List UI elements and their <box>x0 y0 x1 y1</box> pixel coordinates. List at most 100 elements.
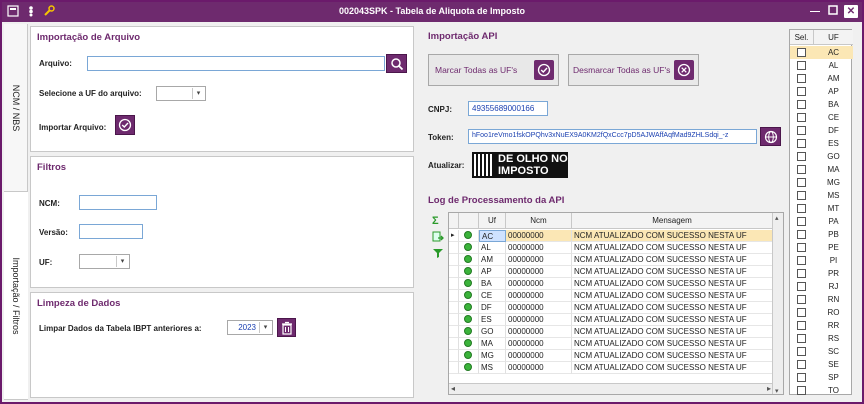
uf-list-item[interactable]: RO <box>790 306 853 319</box>
token-input[interactable]: hFoo1reVmo1fskOPQhv3xNuEX9A0KM2fQxCcc7pD… <box>468 129 757 144</box>
uf-checkbox[interactable] <box>797 347 806 356</box>
uf-checkbox[interactable] <box>797 165 806 174</box>
uf-checkbox[interactable] <box>797 295 806 304</box>
maximize-button[interactable] <box>826 5 840 18</box>
uf-list-item[interactable]: PB <box>790 228 853 241</box>
uf-checkbox[interactable] <box>797 61 806 70</box>
uf-checkbox[interactable] <box>797 217 806 226</box>
uf-checkbox[interactable] <box>797 386 806 395</box>
scroll-up-icon[interactable]: ▴ <box>775 214 779 222</box>
uf-checkbox[interactable] <box>797 334 806 343</box>
horizontal-scrollbar[interactable]: ◂ ▸ <box>449 383 773 394</box>
uf-list-item[interactable]: ES <box>790 137 853 150</box>
uf-checkbox[interactable] <box>797 48 806 57</box>
uf-checkbox[interactable] <box>797 204 806 213</box>
table-row[interactable]: MS 00000000 NCM ATUALIZADO COM SUCESSO NES… <box>449 362 783 374</box>
uf-list-item[interactable]: BA <box>790 98 853 111</box>
uf-file-select[interactable]: ▾ <box>156 86 206 101</box>
token-globe-button[interactable] <box>760 127 781 146</box>
uf-list-item[interactable]: MS <box>790 189 853 202</box>
uf-list-item[interactable]: PA <box>790 215 853 228</box>
log-grid[interactable]: Uf Ncm Mensagem ▸ AC 00000000 NCM ATUALIZAD… <box>448 212 784 395</box>
uf-checkbox[interactable] <box>797 74 806 83</box>
scroll-right-icon[interactable]: ▸ <box>767 384 771 393</box>
table-row[interactable]: BA 00000000 NCM ATUALIZADO COM SUCESSO NES… <box>449 278 783 290</box>
uf-list-item[interactable]: AP <box>790 85 853 98</box>
uf-list-item[interactable]: AM <box>790 72 853 85</box>
col-header-ncm[interactable]: Ncm <box>506 213 572 229</box>
uf-checkbox[interactable] <box>797 152 806 161</box>
filter-uf-select[interactable]: ▾ <box>79 254 130 269</box>
uf-checkbox[interactable] <box>797 191 806 200</box>
de-olho-no-imposto-logo[interactable]: DE OLHO NO IMPOSTO <box>472 152 568 178</box>
uf-list-item[interactable]: MA <box>790 163 853 176</box>
cnpj-input[interactable]: 49355689000166 <box>468 101 548 116</box>
browse-file-button[interactable] <box>386 54 407 73</box>
uf-checkbox[interactable] <box>797 321 806 330</box>
uf-checkbox[interactable] <box>797 100 806 109</box>
uf-list-item[interactable]: GO <box>790 150 853 163</box>
uf-list-item[interactable]: MG <box>790 176 853 189</box>
uf-list-item[interactable]: RR <box>790 319 853 332</box>
uf-list-item[interactable]: AL <box>790 59 853 72</box>
export-icon[interactable] <box>432 231 444 243</box>
uf-checkbox[interactable] <box>797 113 806 122</box>
table-row[interactable]: AL 00000000 NCM ATUALIZADO COM SUCESSO NES… <box>449 242 783 254</box>
uf-checkbox[interactable] <box>797 230 806 239</box>
col-header-mensagem[interactable]: Mensagem <box>572 213 773 229</box>
uf-checkbox[interactable] <box>797 269 806 278</box>
minimize-button[interactable]: — <box>808 5 822 18</box>
table-row[interactable]: DF 00000000 NCM ATUALIZADO COM SUCESSO NES… <box>449 302 783 314</box>
filter-icon[interactable] <box>432 247 444 259</box>
uf-list-item[interactable]: PE <box>790 241 853 254</box>
file-input[interactable] <box>87 56 385 71</box>
uf-list-item[interactable]: AC <box>790 46 853 59</box>
table-row[interactable]: MA 00000000 NCM ATUALIZADO COM SUCESSO NES… <box>449 338 783 350</box>
uf-checkbox[interactable] <box>797 282 806 291</box>
uf-checkbox[interactable] <box>797 139 806 148</box>
table-row[interactable]: AP 00000000 NCM ATUALIZADO COM SUCESSO NES… <box>449 266 783 278</box>
uf-selection-list[interactable]: Sel. UF AC AL AM AP BA CE DF ES GO MA MG MS MT PA PB PE… <box>789 29 853 397</box>
cleanup-delete-button[interactable] <box>277 318 296 337</box>
table-row[interactable]: CE 00000000 NCM ATUALIZADO COM SUCESSO NES… <box>449 290 783 302</box>
uf-list-item[interactable]: SE <box>790 358 853 371</box>
uf-list-item[interactable]: RN <box>790 293 853 306</box>
uf-list-item[interactable]: RJ <box>790 280 853 293</box>
uf-checkbox[interactable] <box>797 308 806 317</box>
table-row[interactable]: GO 00000000 NCM ATUALIZADO COM SUCESSO NES… <box>449 326 783 338</box>
table-row[interactable]: MG 00000000 NCM ATUALIZADO COM SUCESSO NES… <box>449 350 783 362</box>
scroll-left-icon[interactable]: ◂ <box>451 384 455 393</box>
uf-list-item[interactable]: CE <box>790 111 853 124</box>
uf-checkbox[interactable] <box>797 373 806 382</box>
uf-checkbox[interactable] <box>797 256 806 265</box>
table-row[interactable]: ES 00000000 NCM ATUALIZADO COM SUCESSO NES… <box>449 314 783 326</box>
uf-checkbox[interactable] <box>797 360 806 369</box>
uf-list-item[interactable]: SP <box>790 371 853 384</box>
close-button[interactable]: ✕ <box>844 5 858 18</box>
uf-list-item[interactable]: TO <box>790 384 853 397</box>
col-header-uf[interactable]: Uf <box>479 213 506 229</box>
uf-list-item[interactable]: RS <box>790 332 853 345</box>
import-file-button[interactable] <box>115 115 135 135</box>
uf-checkbox[interactable] <box>797 126 806 135</box>
uf-list-item[interactable]: PI <box>790 254 853 267</box>
scroll-down-icon[interactable]: ▾ <box>775 387 779 394</box>
uf-checkbox[interactable] <box>797 243 806 252</box>
vertical-scrollbar[interactable]: ▴ ▾ <box>772 213 783 394</box>
uf-checkbox[interactable] <box>797 178 806 187</box>
uf-list-item[interactable]: SC <box>790 345 853 358</box>
cleanup-year-select[interactable]: 2023 ▾ <box>227 320 273 335</box>
versao-input[interactable] <box>79 224 143 239</box>
mark-all-ufs-button[interactable]: Marcar Todas as UF's <box>428 54 559 86</box>
sigma-icon[interactable]: Σ <box>432 215 444 227</box>
unmark-all-ufs-button[interactable]: Desmarcar Todas as UF's <box>568 54 699 86</box>
tab-ncm-nbs[interactable]: NCM / NBS <box>4 24 28 192</box>
table-row[interactable]: AM 00000000 NCM ATUALIZADO COM SUCESSO NES… <box>449 254 783 266</box>
table-row[interactable]: ▸ AC 00000000 NCM ATUALIZADO COM SUCESSO NE… <box>449 230 783 242</box>
uf-list-item[interactable]: DF <box>790 124 853 137</box>
uf-list-item[interactable]: PR <box>790 267 853 280</box>
tab-importacao-filtros[interactable]: Importação / Filtros <box>4 192 28 400</box>
uf-list-item[interactable]: MT <box>790 202 853 215</box>
uf-checkbox[interactable] <box>797 87 806 96</box>
ncm-input[interactable] <box>79 195 157 210</box>
